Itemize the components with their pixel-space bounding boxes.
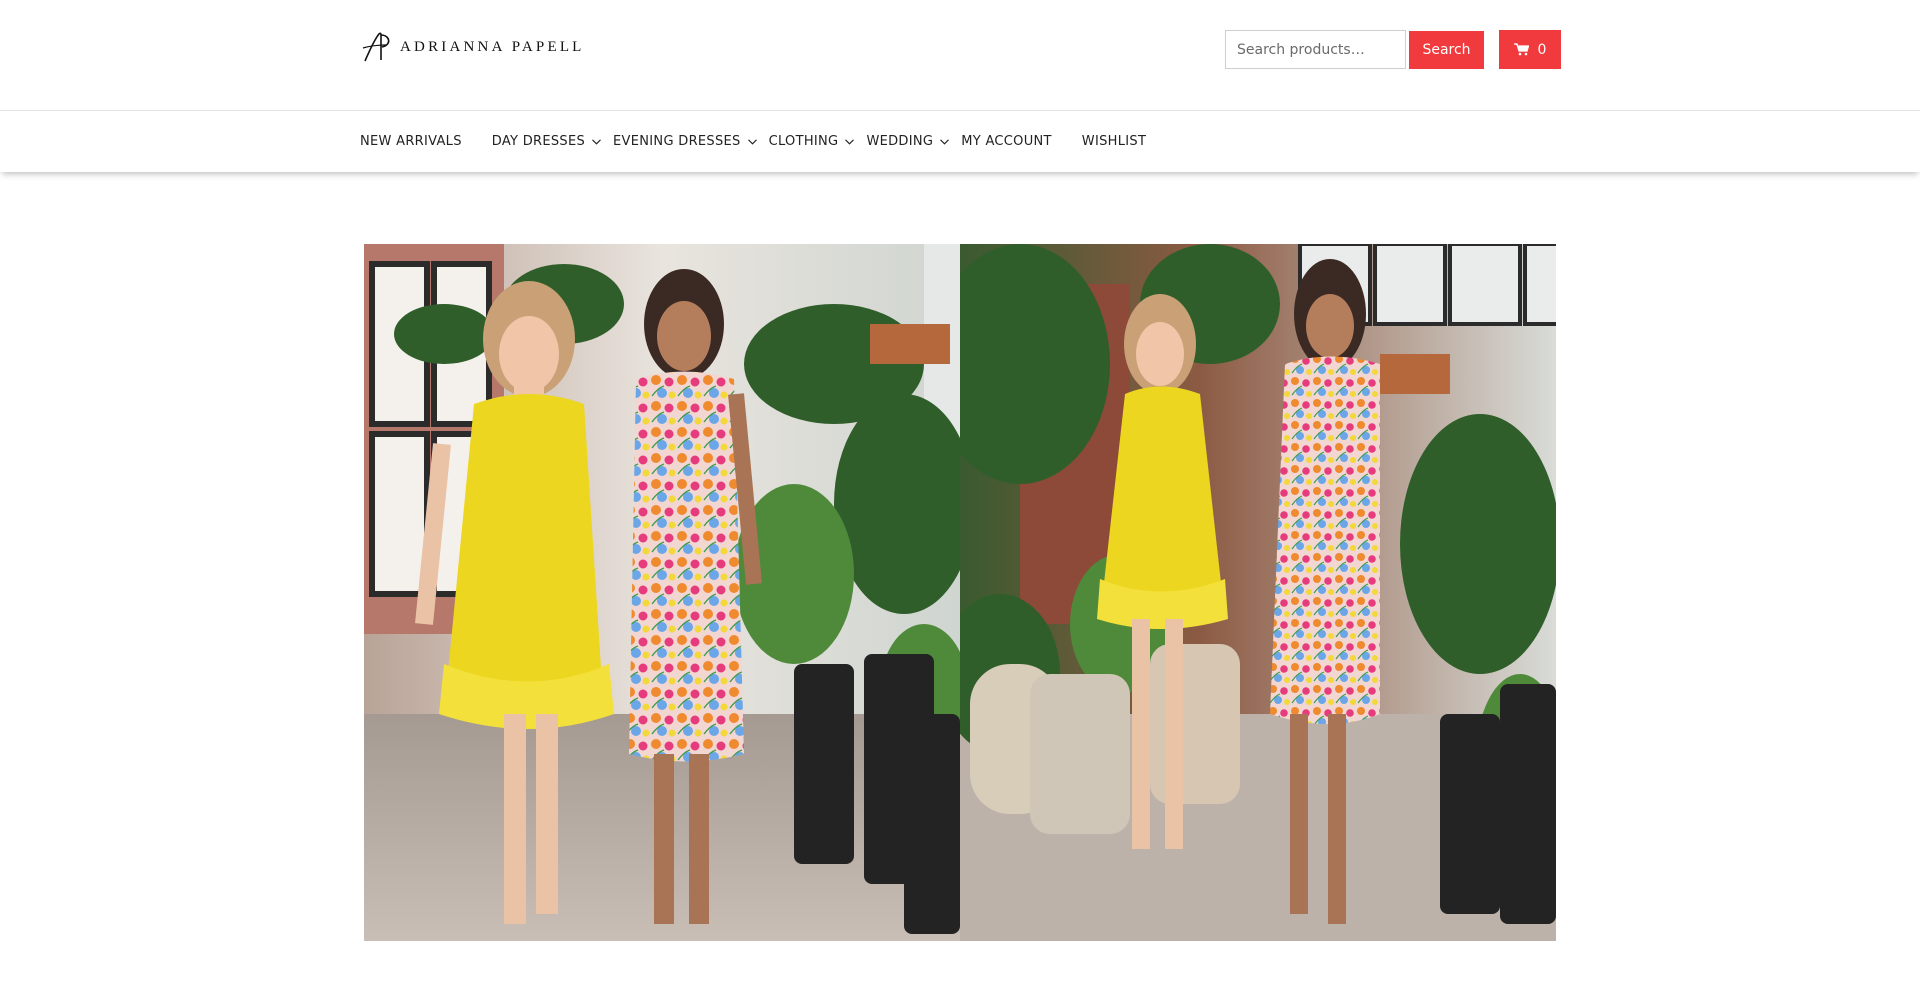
- nav-item-day-dresses[interactable]: DAY DRESSES: [492, 134, 601, 149]
- nav-item-label: WEDDING: [866, 134, 934, 149]
- search-button[interactable]: Search: [1409, 31, 1484, 69]
- cart-button[interactable]: 0: [1499, 30, 1561, 69]
- chevron-down-icon: [940, 138, 950, 145]
- cart-count: 0: [1537, 41, 1547, 58]
- ap-monogram-logo-icon: [362, 32, 390, 62]
- nav-item-my-account[interactable]: MY ACCOUNT: [961, 134, 1052, 149]
- site-header: ADRIANNA PAPELL Search 0: [0, 0, 1920, 110]
- nav-menu: NEW ARRIVALS DAY DRESSES EVENING DRESSES…: [360, 111, 1176, 172]
- nav-item-label: NEW ARRIVALS: [360, 134, 462, 149]
- cart-icon: [1513, 43, 1529, 56]
- nav-item-clothing[interactable]: CLOTHING: [769, 134, 855, 149]
- brand-logo[interactable]: ADRIANNA PAPELL: [360, 30, 585, 64]
- nav-item-evening-dresses[interactable]: EVENING DRESSES: [613, 134, 757, 149]
- nav-item-label: MY ACCOUNT: [961, 134, 1052, 149]
- nav-item-wishlist[interactable]: WISHLIST: [1082, 134, 1146, 149]
- nav-item-label: DAY DRESSES: [491, 134, 586, 149]
- nav-item-new-arrivals[interactable]: NEW ARRIVALS: [360, 134, 462, 149]
- brand-logo-text: ADRIANNA PAPELL: [400, 38, 585, 55]
- chevron-down-icon: [747, 138, 757, 145]
- nav-item-label: CLOTHING: [768, 134, 839, 149]
- hero-image-right: [960, 244, 1556, 941]
- nav-item-wedding[interactable]: WEDDING: [866, 134, 950, 149]
- nav-item-label: WISHLIST: [1081, 134, 1147, 149]
- nav-item-label: EVENING DRESSES: [613, 134, 741, 149]
- search-input[interactable]: [1225, 30, 1406, 69]
- chevron-down-icon: [592, 138, 601, 145]
- hero-banner[interactable]: [364, 244, 1556, 941]
- chevron-down-icon: [845, 138, 855, 145]
- hero-image-left: [364, 244, 960, 941]
- main-navigation: NEW ARRIVALS DAY DRESSES EVENING DRESSES…: [0, 110, 1920, 172]
